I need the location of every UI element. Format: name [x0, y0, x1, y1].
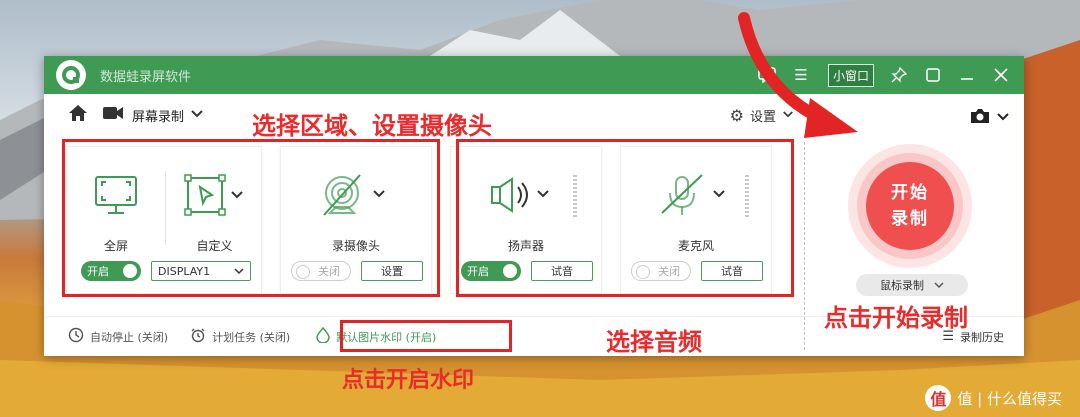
audio-annotation-box — [456, 139, 794, 297]
clock-icon — [68, 327, 84, 347]
red-arrow-icon — [738, 12, 858, 138]
record-button-ring: 开始录制 — [857, 153, 963, 259]
video-camera-icon — [102, 106, 124, 124]
recording-mode-select[interactable]: 屏幕录制 — [102, 106, 204, 125]
click-watermark-annotation: 点击开启水印 — [342, 368, 475, 393]
close-icon[interactable] — [988, 62, 1014, 88]
chevron-down-icon — [190, 108, 204, 122]
recording-mode-label: 屏幕录制 — [132, 109, 185, 125]
mouse-record-label: 鼠标录制 — [880, 279, 924, 292]
water-drop-icon — [316, 326, 330, 347]
site-watermark: 值 值 | 什么值得买 — [925, 385, 1062, 411]
click-record-annotation: 点击开始录制 — [824, 304, 968, 332]
restore-icon[interactable] — [920, 62, 946, 88]
screenshot-button[interactable] — [970, 108, 1010, 128]
camera-icon — [970, 108, 990, 128]
record-button-halo: 开始录制 — [848, 144, 972, 268]
pin-icon[interactable] — [886, 62, 912, 88]
area-annotation-box — [62, 139, 440, 297]
chevron-down-icon — [996, 111, 1010, 125]
alarm-clock-icon — [190, 327, 206, 347]
auto-stop-button[interactable]: 自动停止 (关闭) — [68, 327, 168, 347]
app-logo — [56, 60, 86, 90]
schedule-task-label: 计划任务 (关闭) — [212, 330, 291, 344]
chevron-down-icon — [934, 279, 944, 292]
select-audio-annotation: 选择音频 — [606, 328, 702, 356]
select-area-annotation: 选择区域、设置摄像头 — [252, 112, 492, 140]
auto-stop-label: 自动停止 (关闭) — [90, 330, 169, 344]
site-logo-icon: 值 — [925, 385, 952, 411]
home-icon[interactable] — [68, 104, 88, 127]
watermark-annotation-box — [340, 320, 512, 352]
app-title: 数据蛙录屏软件 — [100, 69, 192, 85]
mouse-record-select[interactable]: 鼠标录制 — [856, 274, 968, 296]
title-bar: 数据蛙录屏软件 ☰ 小窗口 — [44, 56, 1024, 94]
minimize-icon[interactable] — [954, 62, 980, 88]
start-recording-button[interactable]: 开始录制 — [866, 162, 954, 250]
schedule-task-button[interactable]: 计划任务 (关闭) — [190, 327, 290, 347]
site-name: 值 | 什么值得买 — [957, 389, 1062, 408]
toolbar: 屏幕录制 ⚙ 设置 — [44, 94, 1024, 136]
